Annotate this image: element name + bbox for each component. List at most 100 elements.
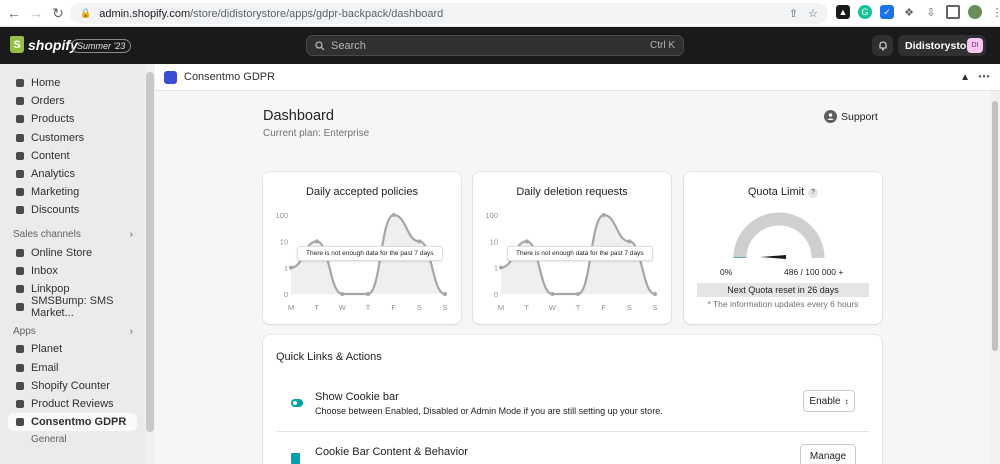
sidebar-nav: Home Orders Products Customers Content Analyt…: [0, 64, 145, 464]
more-actions-icon[interactable]: ⋯: [978, 69, 990, 83]
data-point[interactable]: [627, 239, 632, 244]
bell-icon: [878, 41, 887, 51]
menu-icon[interactable]: ⋮: [990, 5, 1000, 19]
profile-avatar[interactable]: [968, 5, 982, 19]
sidebar-item-online-store[interactable]: Online Store: [0, 244, 145, 262]
back-icon[interactable]: ←: [3, 2, 25, 24]
sidebar-item-home[interactable]: Home: [0, 74, 145, 92]
y-tick-label: 10: [280, 237, 288, 246]
y-tick-label: 10: [490, 237, 498, 246]
gauge-needle: [760, 255, 786, 259]
extension-icon[interactable]: ▲: [836, 5, 850, 19]
cookie-bar-title: Show Cookie bar: [315, 391, 399, 403]
lock-icon: 🔒: [80, 8, 92, 18]
manage-button[interactable]: Manage: [800, 444, 856, 464]
data-point[interactable]: [314, 239, 319, 244]
support-button[interactable]: Support: [824, 110, 878, 123]
forward-icon[interactable]: →: [25, 2, 47, 24]
x-tick-label: S: [442, 303, 447, 312]
sidebar-item-shopify-counter[interactable]: Shopify Counter: [0, 377, 145, 395]
data-point[interactable]: [443, 292, 447, 296]
inbox-icon: [15, 266, 25, 276]
grammarly-icon[interactable]: G: [858, 5, 872, 19]
page-title: Dashboard: [263, 108, 334, 124]
sidebar-item-consentmo-gdpr[interactable]: Consentmo GDPR: [8, 413, 137, 432]
x-tick-label: S: [627, 303, 632, 312]
sidebar-item-analytics[interactable]: Analytics: [0, 165, 145, 183]
sidebar-item-customers[interactable]: Customers: [0, 129, 145, 147]
sidebar-item-product-reviews[interactable]: Product Reviews: [0, 395, 145, 413]
data-point[interactable]: [366, 292, 370, 296]
url-text: admin.shopify.com/store/didistorystore/a…: [99, 7, 444, 20]
x-tick-label: T: [366, 303, 371, 312]
update-note: * The information updates every 6 hours: [707, 299, 859, 309]
pocket-icon[interactable]: ✓: [880, 5, 894, 19]
x-tick-label: S: [652, 303, 657, 312]
data-point[interactable]: [601, 213, 606, 217]
y-tick-label: 0: [494, 290, 498, 299]
admin-topbar: S shopify Summer '23 Search Ctrl K Didis…: [0, 27, 1000, 64]
sidebar-item-marketing[interactable]: Marketing: [0, 183, 145, 201]
sidebar-item-inbox[interactable]: Inbox: [0, 262, 145, 280]
address-bar[interactable]: 🔒 admin.shopify.com/store/didistorystore…: [70, 3, 828, 24]
person-icon: [824, 110, 837, 123]
store-name: Didistorystore: [905, 39, 977, 52]
sidepanel-icon[interactable]: [946, 5, 960, 19]
share-icon[interactable]: ⇧: [789, 7, 798, 20]
sidebar-item-discounts[interactable]: Discounts: [0, 201, 145, 219]
bookmark-star-icon[interactable]: ☆: [808, 7, 818, 20]
divider: [276, 431, 869, 432]
edition-badge[interactable]: Summer '23: [71, 39, 132, 53]
data-point[interactable]: [576, 292, 580, 296]
download-icon[interactable]: ⇩: [924, 5, 938, 19]
data-point[interactable]: [524, 239, 529, 244]
person-icon: [15, 133, 25, 143]
cookie-content-title: Cookie Bar Content & Behavior: [315, 446, 468, 458]
sales-channels-heading[interactable]: Sales channels ›: [0, 226, 145, 244]
browser-toolbar: ← → ↻ 🔒 admin.shopify.com/store/didistor…: [0, 0, 1000, 27]
x-tick-label: F: [391, 303, 396, 312]
tag-icon: [15, 114, 25, 124]
data-point[interactable]: [653, 292, 657, 296]
sidebar-scrollbar[interactable]: [146, 72, 154, 432]
store-icon: [15, 248, 25, 258]
sidebar-item-content[interactable]: Content: [0, 147, 145, 165]
store-menu-button[interactable]: Didistorystore DI: [898, 35, 986, 56]
sidebar-item-smsbump-sms-market[interactable]: SMSBump: SMS Market...: [0, 295, 145, 319]
x-tick-label: M: [288, 303, 294, 312]
data-point[interactable]: [550, 292, 555, 296]
apps-heading[interactable]: Apps ›: [0, 322, 145, 340]
sidebar-item-planet[interactable]: Planet: [0, 340, 145, 358]
sidebar-subitem-general[interactable]: General: [0, 431, 145, 448]
content-icon: [15, 151, 25, 161]
enable-select[interactable]: Enable ↕: [803, 390, 855, 412]
orders-icon: [15, 96, 25, 106]
data-point[interactable]: [289, 265, 293, 270]
data-point[interactable]: [340, 292, 345, 296]
consentmo-icon: [15, 417, 25, 427]
x-tick-label: W: [339, 303, 347, 312]
chart-icon: [15, 169, 25, 179]
no-data-tooltip: There is not enough data for the past 7 …: [507, 246, 653, 261]
shopify-bag-icon: S: [10, 36, 24, 53]
app-header: Consentmo GDPR ▲ ⋯: [155, 64, 1000, 91]
x-tick-label: T: [524, 303, 529, 312]
linkpop-icon: [15, 284, 25, 294]
data-point[interactable]: [391, 213, 396, 217]
main-scrollbar[interactable]: [990, 91, 1000, 464]
notifications-button[interactable]: [872, 35, 893, 56]
puzzle-icon[interactable]: ❖: [902, 5, 916, 19]
data-point[interactable]: [499, 265, 503, 270]
shopify-logo[interactable]: S shopify: [10, 36, 78, 53]
search-placeholder: Search: [331, 39, 366, 52]
pin-icon[interactable]: ▲: [960, 72, 970, 83]
data-point[interactable]: [417, 239, 422, 244]
search-input[interactable]: Search Ctrl K: [306, 35, 684, 56]
cookie-bar-desc: Choose between Enabled, Disabled or Admi…: [315, 406, 663, 416]
sidebar-item-email[interactable]: Email: [0, 358, 145, 376]
x-tick-label: T: [314, 303, 319, 312]
reload-icon[interactable]: ↻: [47, 2, 69, 24]
quota-percent: 0%: [720, 267, 733, 277]
sidebar-item-orders[interactable]: Orders: [0, 92, 145, 110]
sidebar-item-products[interactable]: Products: [0, 110, 145, 128]
